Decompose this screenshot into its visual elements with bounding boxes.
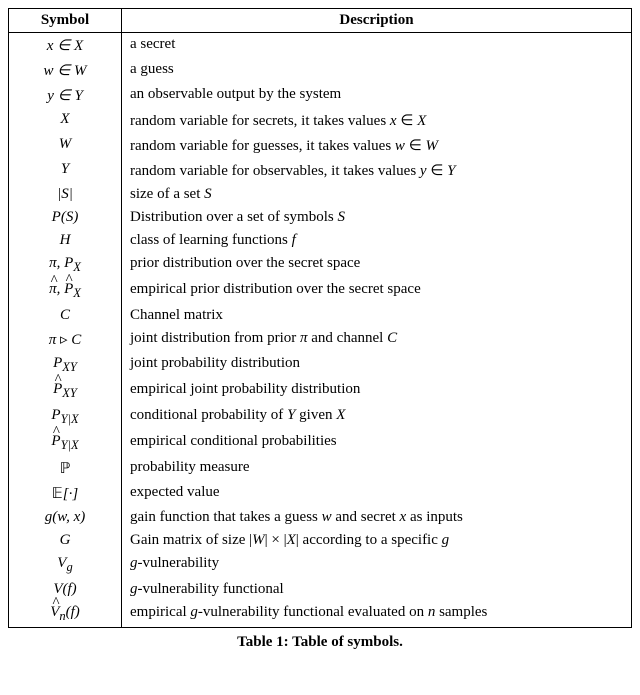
- table-row: |S|size of a set S: [9, 183, 632, 206]
- header-description: Description: [122, 9, 632, 33]
- symbol-cell: 𝔼[·]: [9, 481, 122, 506]
- symbol-cell: G: [9, 529, 122, 552]
- table-row: Yrandom variable for observables, it tak…: [9, 158, 632, 183]
- table-row: y ∈ Yan observable output by the system: [9, 83, 632, 108]
- symbol-cell: w ∈ W: [9, 58, 122, 83]
- symbol-cell: ^PXY: [9, 378, 122, 404]
- description-cell: random variable for secrets, it takes va…: [122, 108, 632, 133]
- symbol-cell: x ∈ X: [9, 33, 122, 59]
- table-row: ℙprobability measure: [9, 456, 632, 481]
- table-row: PY|Xconditional probability of Y given X: [9, 404, 632, 430]
- symbol-cell: |S|: [9, 183, 122, 206]
- description-cell: conditional probability of Y given X: [122, 404, 632, 430]
- description-cell: joint distribution from prior π and chan…: [122, 327, 632, 352]
- table-row: π ▹ Cjoint distribution from prior π and…: [9, 327, 632, 352]
- description-cell: empirical joint probability distribution: [122, 378, 632, 404]
- table-row: ^Vn(f)empirical g-vulnerability function…: [9, 601, 632, 628]
- description-cell: gain function that takes a guess w and s…: [122, 506, 632, 529]
- table-row: GGain matrix of size |W| × |X| according…: [9, 529, 632, 552]
- symbol-cell: ^PY|X: [9, 430, 122, 456]
- symbol-cell: PY|X: [9, 404, 122, 430]
- table-row: x ∈ Xa secret: [9, 33, 632, 59]
- symbol-cell: g(w, x): [9, 506, 122, 529]
- description-cell: size of a set S: [122, 183, 632, 206]
- description-cell: an observable output by the system: [122, 83, 632, 108]
- table-row: ^PXYempirical joint probability distribu…: [9, 378, 632, 404]
- symbol-cell: ^π, ^PX: [9, 278, 122, 304]
- description-cell: joint probability distribution: [122, 352, 632, 378]
- description-cell: g-vulnerability functional: [122, 578, 632, 601]
- description-cell: empirical conditional probabilities: [122, 430, 632, 456]
- description-cell: Distribution over a set of symbols S: [122, 206, 632, 229]
- description-cell: class of learning functions f: [122, 229, 632, 252]
- description-cell: a guess: [122, 58, 632, 83]
- symbol-cell: y ∈ Y: [9, 83, 122, 108]
- description-cell: empirical g-vulnerability functional eva…: [122, 601, 632, 628]
- table-row: w ∈ Wa guess: [9, 58, 632, 83]
- symbol-cell: ^Vn(f): [9, 601, 122, 628]
- description-cell: g-vulnerability: [122, 552, 632, 578]
- table-row: Vgg-vulnerability: [9, 552, 632, 578]
- description-cell: random variable for guesses, it takes va…: [122, 133, 632, 158]
- symbol-cell: C: [9, 304, 122, 327]
- table-row: Hclass of learning functions f: [9, 229, 632, 252]
- table-row: ^π, ^PXempirical prior distribution over…: [9, 278, 632, 304]
- symbol-cell: X: [9, 108, 122, 133]
- symbol-cell: Vg: [9, 552, 122, 578]
- description-cell: probability measure: [122, 456, 632, 481]
- table-row: V(f)g-vulnerability functional: [9, 578, 632, 601]
- description-cell: a secret: [122, 33, 632, 59]
- table-row: ^PY|Xempirical conditional probabilities: [9, 430, 632, 456]
- description-cell: random variable for observables, it take…: [122, 158, 632, 183]
- symbol-cell: π ▹ C: [9, 327, 122, 352]
- symbol-cell: PXY: [9, 352, 122, 378]
- description-cell: Channel matrix: [122, 304, 632, 327]
- symbol-cell: W: [9, 133, 122, 158]
- symbol-cell: ℙ: [9, 456, 122, 481]
- table-row: π, PXprior distribution over the secret …: [9, 252, 632, 278]
- header-symbol: Symbol: [9, 9, 122, 33]
- table-row: g(w, x)gain function that takes a guess …: [9, 506, 632, 529]
- description-cell: prior distribution over the secret space: [122, 252, 632, 278]
- table-row: P(S)Distribution over a set of symbols S: [9, 206, 632, 229]
- table-row: CChannel matrix: [9, 304, 632, 327]
- description-cell: empirical prior distribution over the se…: [122, 278, 632, 304]
- symbol-cell: H: [9, 229, 122, 252]
- table-row: 𝔼[·]expected value: [9, 481, 632, 506]
- table-row: PXYjoint probability distribution: [9, 352, 632, 378]
- symbol-table: Symbol Description x ∈ Xa secretw ∈ Wa g…: [8, 8, 632, 628]
- symbol-cell: V(f): [9, 578, 122, 601]
- symbol-cell: Y: [9, 158, 122, 183]
- table-row: Wrandom variable for guesses, it takes v…: [9, 133, 632, 158]
- table-row: Xrandom variable for secrets, it takes v…: [9, 108, 632, 133]
- table-caption: Table 1: Table of symbols.: [8, 634, 632, 651]
- description-cell: expected value: [122, 481, 632, 506]
- symbol-cell: P(S): [9, 206, 122, 229]
- description-cell: Gain matrix of size |W| × |X| according …: [122, 529, 632, 552]
